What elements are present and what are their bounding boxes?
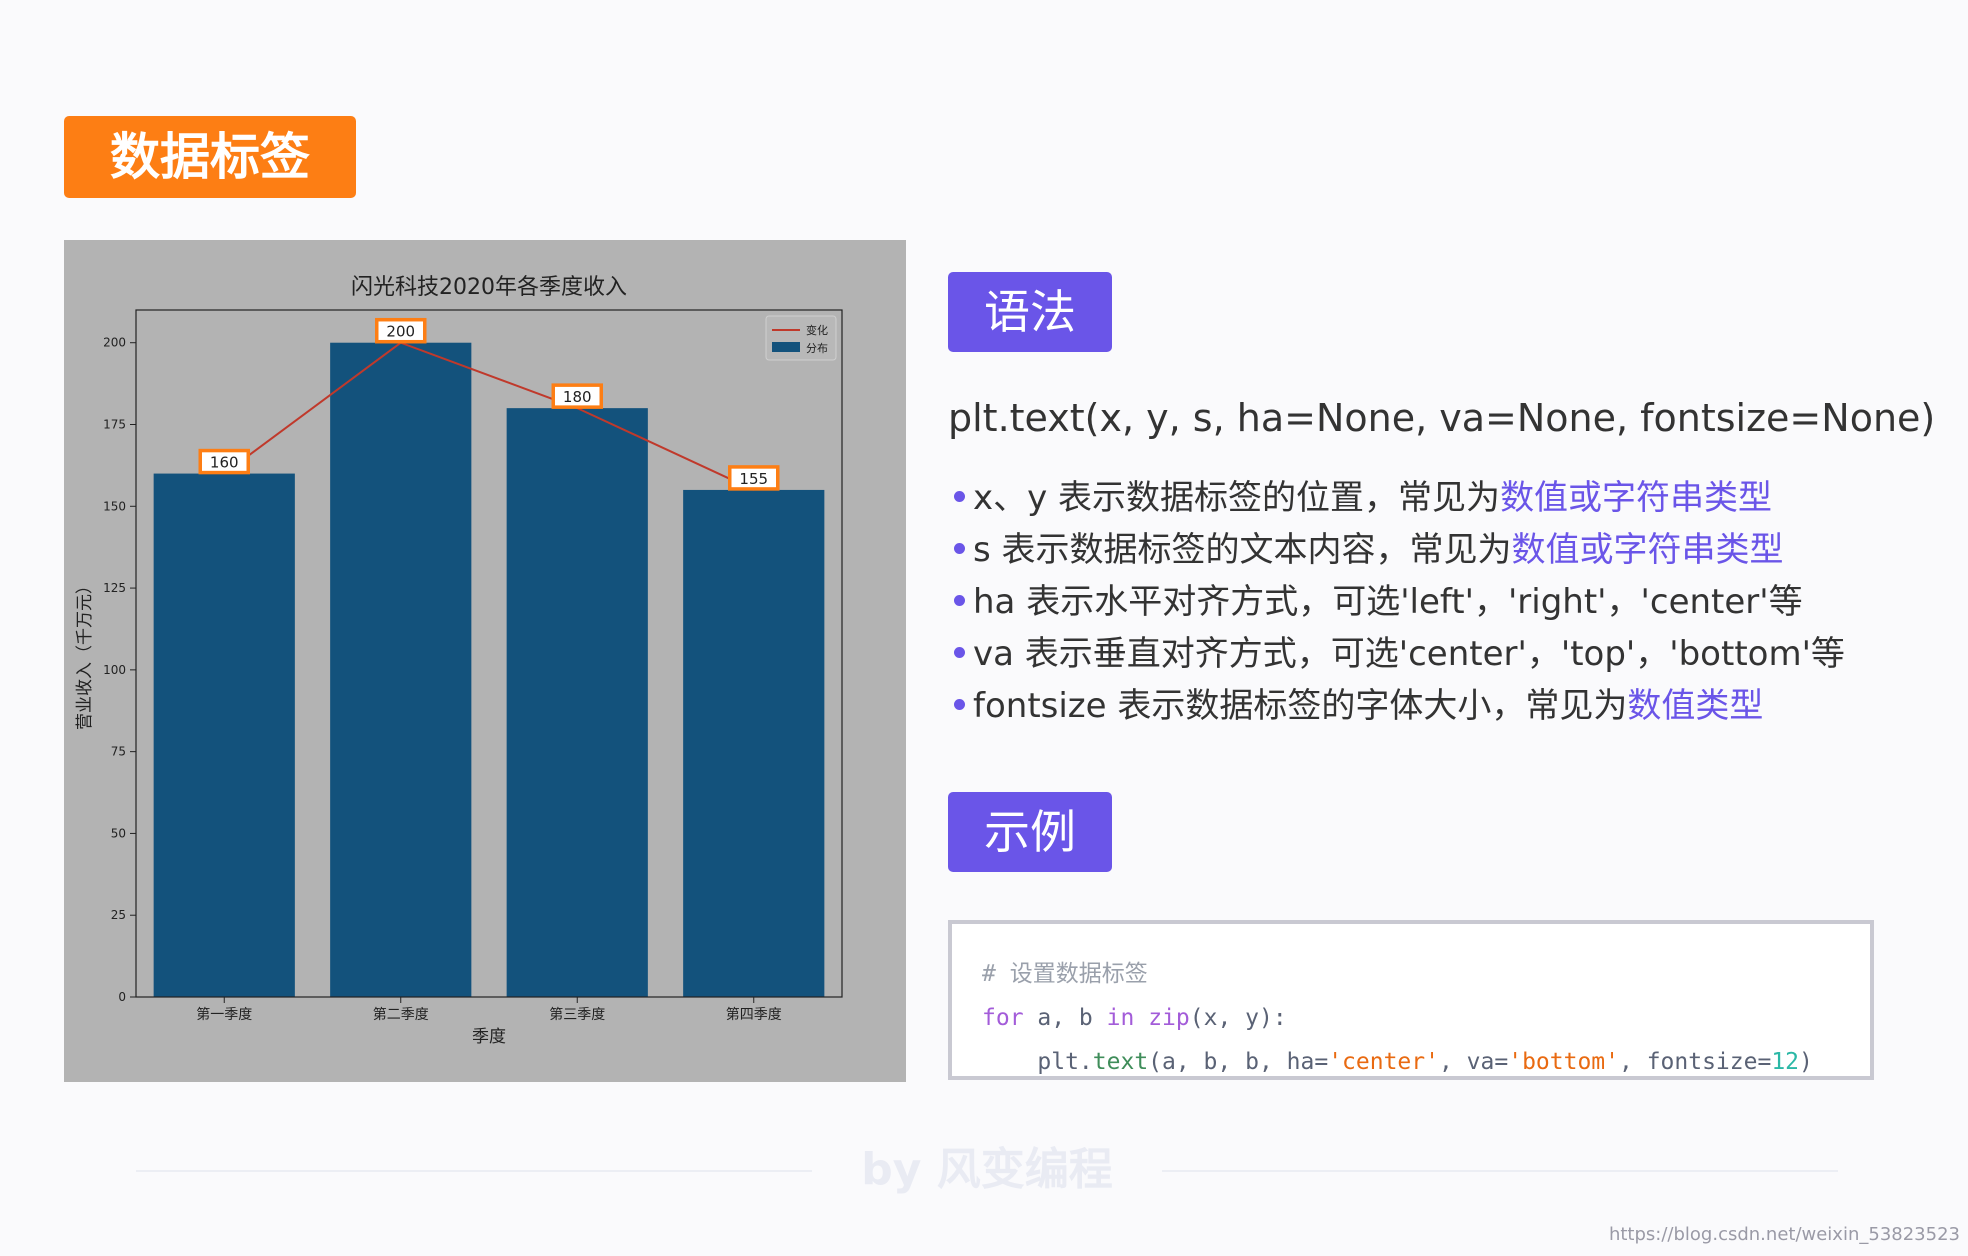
data-label: 180 [563, 388, 592, 406]
bar [330, 342, 472, 997]
y-tick-label: 0 [118, 990, 126, 1004]
x-tick-label: 第一季度 [196, 1006, 252, 1023]
legend-label: 变化 [806, 323, 828, 337]
chart-figure: 闪光科技2020年各季度收入 0 25 50 75 100 125 150 175 200 第一季度… [64, 240, 906, 1082]
bullet-dot-icon [954, 699, 965, 710]
x-axis-label: 季度 [472, 1027, 506, 1047]
legend-bar-swatch [772, 342, 800, 352]
line-series [223, 341, 755, 491]
bullet-dot-icon [954, 543, 965, 554]
footer: by 风变编程 [0, 1140, 1968, 1200]
y-tick-label: 75 [111, 745, 126, 759]
bullet-dot-icon [954, 647, 965, 658]
x-tick-label: 第三季度 [549, 1006, 605, 1023]
y-tick-label: 50 [111, 826, 126, 840]
y-tick-label: 125 [103, 581, 126, 595]
parameter-text: ha 表示水平对齐方式，可选'left'，'right'，'center'等 [973, 582, 1803, 622]
y-tick-label: 100 [103, 663, 126, 677]
chart-title: 闪光科技2020年各季度收入 [351, 275, 627, 300]
code-text: (x, y): [1189, 1005, 1287, 1031]
parameter-text: s 表示数据标签的文本内容，常见为 [973, 530, 1512, 570]
data-label: 200 [386, 323, 415, 341]
parameter-item: ha 表示水平对齐方式，可选'left'，'right'，'center'等 [948, 576, 1845, 628]
parameter-text: fontsize 表示数据标签的字体大小，常见为 [973, 686, 1628, 726]
code-comment: # 设置数据标签 [982, 961, 1148, 987]
function-signature: plt.text(x, y, s, ha=None, va=None, font… [948, 396, 1936, 440]
legend-label: 分布 [806, 342, 828, 355]
code-text: a, b [1023, 1005, 1107, 1031]
footer-brand: by 风变编程 [861, 1144, 1113, 1195]
x-tick-label: 第四季度 [726, 1006, 782, 1023]
data-label: 155 [739, 470, 768, 488]
parameter-list: x、y 表示数据标签的位置，常见为数值或字符串类型 s 表示数据标签的文本内容，… [948, 472, 1845, 732]
parameter-text: x、y 表示数据标签的位置，常见为 [973, 478, 1501, 518]
parameter-item: s 表示数据标签的文本内容，常见为数值或字符串类型 [948, 524, 1845, 576]
y-axis-label: 营业收入（千万元） [75, 577, 95, 730]
parameter-highlight: 数值或字符串类型 [1511, 530, 1784, 570]
y-tick-label: 175 [103, 418, 126, 432]
footer-divider [1162, 1170, 1838, 1172]
data-label: 160 [210, 454, 239, 472]
parameter-text: va 表示垂直对齐方式，可选'center'，'top'，'bottom'等 [973, 634, 1845, 674]
example-badge: 示例 [948, 792, 1112, 872]
code-number: 12 [1771, 1049, 1800, 1075]
bar [683, 489, 825, 997]
footer-divider [136, 1170, 812, 1172]
bar [506, 408, 648, 998]
bullet-dot-icon [954, 595, 965, 606]
bar-chart: 闪光科技2020年各季度收入 0 25 50 75 100 125 150 175 200 第一季度… [75, 275, 843, 1047]
parameter-item: fontsize 表示数据标签的字体大小，常见为数值类型 [948, 680, 1845, 732]
code-line-call: plt.text(a, b, b, ha='center', va='botto… [982, 1040, 1870, 1084]
code-string: 'center' [1328, 1049, 1439, 1075]
syntax-badge: 语法 [948, 272, 1112, 352]
y-tick-label: 200 [103, 336, 126, 350]
watermark: https://blog.csdn.net/weixin_53823523 [1608, 1224, 1960, 1245]
parameter-item: va 表示垂直对齐方式，可选'center'，'top'，'bottom'等 [948, 628, 1845, 680]
code-string: 'bottom' [1508, 1049, 1619, 1075]
y-tick-label: 150 [103, 499, 126, 513]
bullet-dot-icon [954, 491, 965, 502]
code-text: plt. [982, 1049, 1093, 1075]
page-title: 数据标签 [64, 116, 356, 198]
code-text: , va= [1438, 1049, 1509, 1075]
code-function: text [1092, 1049, 1149, 1075]
code-keyword: for [982, 1005, 1024, 1031]
y-tick-label: 25 [111, 908, 126, 922]
code-text: , fontsize= [1619, 1049, 1772, 1075]
code-block: # 设置数据标签 for a, b in zip(x, y): plt.text… [948, 920, 1874, 1080]
code-keyword: in [1106, 1005, 1135, 1031]
code-text: ) [1799, 1049, 1813, 1075]
parameter-item: x、y 表示数据标签的位置，常见为数值或字符串类型 [948, 472, 1845, 524]
code-text: (a, b, b, ha= [1148, 1049, 1329, 1075]
x-tick-label: 第二季度 [373, 1006, 429, 1023]
code-line-comment: # 设置数据标签 [982, 952, 1870, 996]
code-line-loop: for a, b in zip(x, y): [982, 996, 1870, 1040]
code-builtin: zip [1148, 1005, 1190, 1031]
bar [153, 473, 295, 997]
parameter-highlight: 数值类型 [1627, 686, 1764, 726]
parameter-highlight: 数值或字符串类型 [1500, 478, 1773, 518]
